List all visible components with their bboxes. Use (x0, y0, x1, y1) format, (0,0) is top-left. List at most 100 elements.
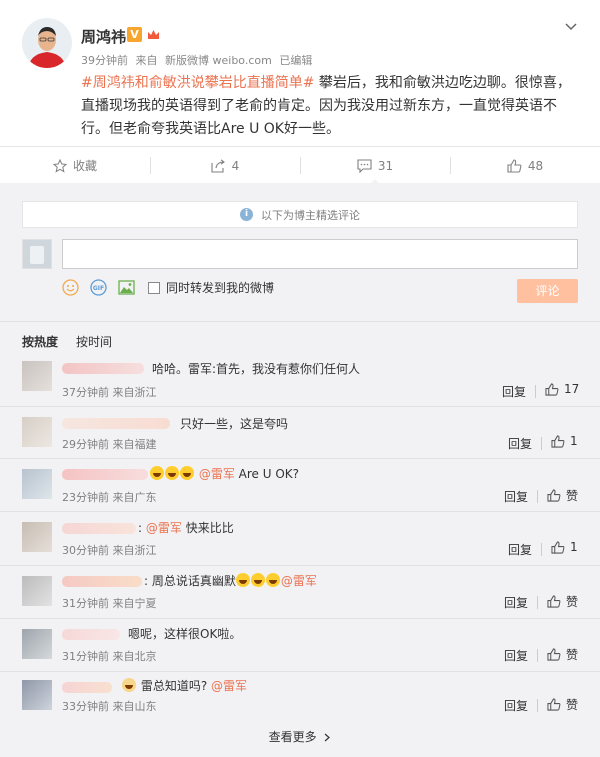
comment-source: 来自浙江 (112, 544, 157, 557)
comment-like-button[interactable]: 赞 (547, 593, 578, 610)
comment-like-count: 17 (564, 382, 580, 396)
post-content: #周鸿祎和俞敏洪说攀岩比直播简单# 攀岩后，我和俞敏洪边吃边聊。很惊喜，直播现场… (81, 72, 581, 141)
forward-label: 同时转发到我的微博 (166, 281, 275, 295)
gif-icon[interactable]: GIF (90, 279, 107, 296)
sort-by-hot-tab[interactable]: 按热度 (22, 333, 58, 350)
comment-text: 只好一些，这是夸吗 (180, 417, 289, 431)
comment-time: 31分钟前 (62, 597, 109, 610)
comment-item: 雷总知道吗? @雷军 33分钟前 来自山东 回复 赞 (0, 672, 600, 716)
commenter-name-blurred[interactable] (62, 523, 136, 534)
post-meta: 39分钟前 来自 新版微博 weibo.com 已编辑 (81, 52, 316, 68)
comment-tools: GIF 同时转发到我的微博 (62, 279, 274, 296)
comment-text: 哈哈。雷军:首先，我没有惹你们任何人 (152, 362, 361, 376)
divider (537, 490, 538, 503)
comment-text: 嗯呢，这样很OK啦。 (128, 627, 242, 641)
commenter-avatar[interactable] (22, 417, 52, 447)
commenter-avatar[interactable] (22, 629, 52, 659)
commenter-avatar[interactable] (22, 680, 52, 710)
comment-like-button[interactable]: 1 (551, 434, 578, 448)
comment-text: : @雷军 快来比比 (138, 521, 234, 535)
comment-button[interactable]: 31 (300, 147, 450, 185)
like-button[interactable]: 48 (450, 147, 600, 184)
view-more-link[interactable]: 查看更多 (0, 728, 600, 745)
thumbs-up-icon (545, 382, 559, 396)
topic-link[interactable]: #周鸿祎和俞敏洪说攀岩比直播简单# (81, 75, 314, 91)
comment-like-button[interactable]: 赞 (547, 487, 578, 504)
thumbs-up-icon (547, 489, 561, 502)
comment-like-count: 1 (570, 434, 578, 448)
comment-like-button[interactable]: 赞 (547, 696, 578, 713)
mention-link[interactable]: @雷军 (146, 521, 182, 535)
chevron-right-icon (325, 733, 331, 742)
author-avatar[interactable] (22, 18, 72, 68)
comment-meta: 23分钟前 来自广东 (62, 489, 157, 505)
commenter-name-blurred[interactable] (62, 363, 144, 374)
comment-body: 雷总知道吗? (140, 679, 208, 693)
comment-like-count: 赞 (566, 648, 579, 662)
repost-button[interactable]: 4 (150, 147, 300, 184)
emoji-icon[interactable] (62, 279, 79, 296)
comment-body: Are U OK? (234, 467, 300, 481)
comment-like-count: 赞 (566, 489, 579, 503)
post-source-prefix: 来自 (135, 54, 158, 67)
reply-button[interactable]: 回复 (508, 541, 532, 558)
commenter-name-blurred[interactable] (62, 469, 148, 480)
like-count: 48 (527, 158, 544, 173)
comment-time: 30分钟前 (62, 544, 109, 557)
reply-button[interactable]: 回复 (504, 488, 528, 505)
weibo-post: 周鸿祎 V 39分钟前 来自 新版微博 weibo.com 已编辑 #周鸿祎和俞… (0, 0, 600, 146)
mention-link[interactable]: @雷军 (199, 467, 235, 481)
thumbs-up-icon (551, 540, 565, 554)
comment-like-button[interactable]: 赞 (547, 646, 578, 663)
post-source[interactable]: 新版微博 weibo.com (165, 54, 272, 67)
chevron-down-icon[interactable] (563, 19, 579, 35)
my-avatar (22, 239, 52, 269)
commenter-avatar[interactable] (22, 576, 52, 606)
comment-like-count: 1 (570, 540, 578, 554)
comment-like-count: 赞 (566, 698, 579, 712)
commenter-name-blurred[interactable] (62, 418, 170, 429)
author-name[interactable]: 周鸿祎 (81, 26, 126, 47)
submit-comment-button[interactable]: 评论 (517, 279, 578, 303)
vip-crown-icon (146, 27, 161, 42)
commenter-avatar[interactable] (22, 469, 52, 499)
comment-source: 来自山东 (112, 700, 157, 713)
thumbs-up-icon (547, 698, 561, 711)
commenter-name-blurred[interactable] (62, 682, 112, 693)
verified-badge-icon: V (127, 27, 142, 42)
mention-link[interactable]: @雷军 (281, 574, 317, 588)
sort-by-time-tab[interactable]: 按时间 (76, 333, 112, 350)
reply-button[interactable]: 回复 (504, 594, 528, 611)
repost-icon (211, 158, 225, 173)
commenter-avatar[interactable] (22, 361, 52, 391)
reply-button[interactable]: 回复 (504, 697, 528, 714)
comment-input[interactable] (62, 239, 578, 269)
commenter-avatar[interactable] (22, 522, 52, 552)
comment-item: : @雷军 快来比比 30分钟前 来自浙江 回复 1 (0, 512, 600, 566)
comment-text: : 周总说话真幽默 @雷军 (144, 573, 317, 588)
comment-item: 只好一些，这是夸吗 29分钟前 来自福建 回复 1 (0, 407, 600, 459)
laugh-emoji-icon (250, 573, 265, 587)
commenter-name-blurred[interactable] (62, 629, 120, 640)
forward-checkbox[interactable] (148, 281, 160, 294)
post-time[interactable]: 39分钟前 (81, 54, 128, 67)
mention-link[interactable]: @雷军 (211, 679, 247, 693)
comment-like-button[interactable]: 17 (545, 382, 579, 396)
commenter-name-blurred[interactable] (62, 576, 142, 587)
image-icon[interactable] (118, 279, 135, 296)
divider (537, 699, 538, 712)
reply-button[interactable]: 回复 (508, 435, 532, 452)
comment-item: 哈哈。雷军:首先，我没有惹你们任何人 37分钟前 来自浙江 回复 17 (0, 351, 600, 407)
view-more-label: 查看更多 (268, 730, 317, 744)
comment-source: 来自浙江 (112, 386, 157, 399)
reply-button[interactable]: 回复 (502, 383, 526, 400)
post-edited[interactable]: 已编辑 (279, 54, 312, 67)
reply-button[interactable]: 回复 (504, 647, 528, 664)
comment-meta: 29分钟前 来自福建 (62, 436, 157, 452)
comment-text: @雷军 Are U OK? (150, 465, 299, 482)
comment-like-button[interactable]: 1 (551, 540, 578, 554)
comment-item: : 周总说话真幽默 @雷军 31分钟前 来自宁夏 回复 赞 (0, 566, 600, 619)
cat-emoji-icon (122, 678, 136, 692)
favorite-button[interactable]: 收藏 (0, 147, 150, 184)
comment-icon (357, 158, 372, 173)
